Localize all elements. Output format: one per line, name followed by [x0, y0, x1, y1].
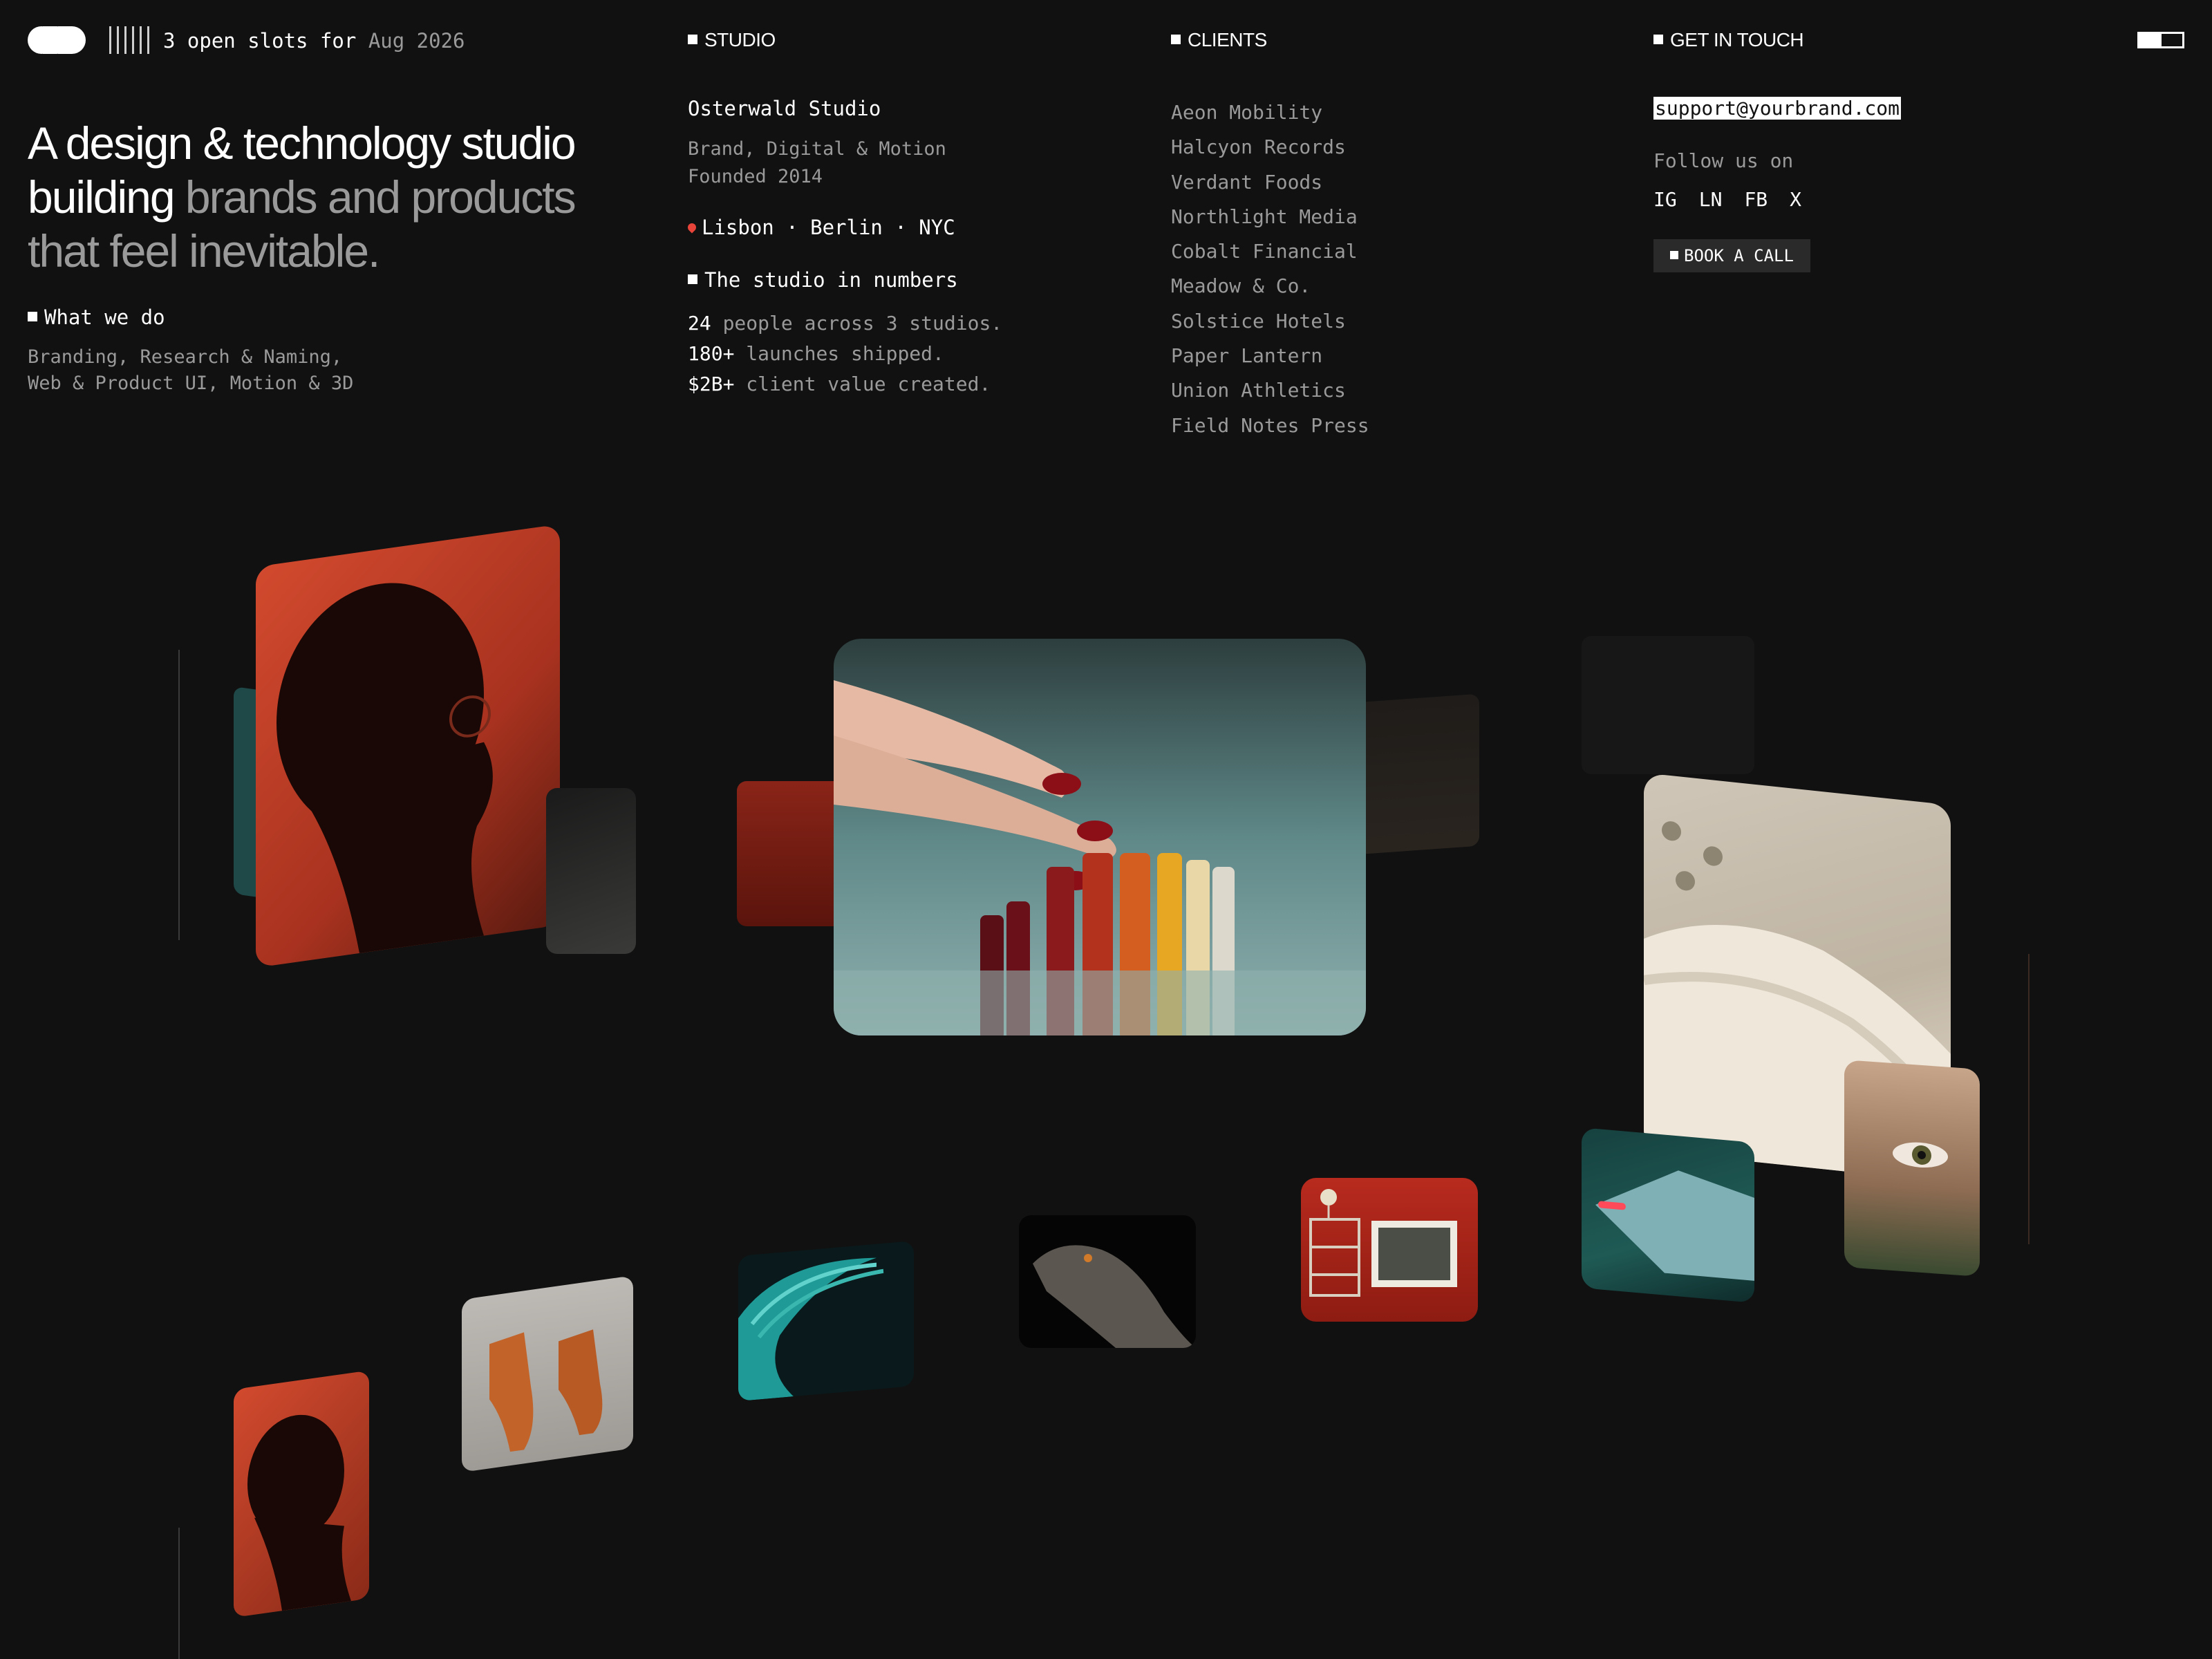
brand-logo[interactable]	[28, 26, 86, 54]
theme-toggle[interactable]	[2137, 32, 2184, 48]
iguana-illustration	[1033, 1245, 1196, 1348]
studio-locations: Lisbon · Berlin · NYC	[686, 216, 955, 239]
square-bullet-icon	[688, 274, 697, 284]
follow-label: Follow us on	[1653, 149, 1794, 172]
social-link-x[interactable]: X	[1790, 188, 1801, 211]
studio-stats: 24 people across 3 studios. 180+ launche…	[688, 308, 1002, 400]
eye-icon	[1893, 1142, 1948, 1168]
social-link-ln[interactable]: LN	[1699, 188, 1723, 211]
boots-card[interactable]	[462, 1275, 633, 1472]
spaceship-card[interactable]	[1582, 1127, 1754, 1303]
stat-row: 180+ launches shipped.	[688, 342, 944, 365]
studio-name: Osterwald Studio	[688, 97, 881, 120]
client-item[interactable]: Solstice Hotels	[1171, 304, 1369, 339]
email-link[interactable]: support@yourbrand.com	[1653, 97, 1902, 120]
social-links: IG LN FB X	[1653, 188, 1801, 211]
studio-heading: STUDIO	[688, 29, 776, 51]
availability-text: 3 open slots for Aug 2026	[163, 29, 465, 53]
shelf-peek-card	[737, 781, 847, 926]
client-item[interactable]: Paper Lantern	[1171, 339, 1369, 373]
services-list: Branding, Research & Naming, Web & Produ…	[28, 346, 354, 394]
iguana-card[interactable]	[1019, 1215, 1196, 1348]
guide-line	[178, 1528, 180, 1659]
client-item[interactable]: Aeon Mobility	[1171, 95, 1369, 130]
eye-peek-card	[1355, 693, 1479, 855]
boots-illustration	[489, 1329, 603, 1452]
hero-headline: A design & technology studio building br…	[28, 118, 577, 276]
swatch-illustration	[834, 680, 1366, 1035]
silhouette-icon	[247, 1414, 351, 1611]
teal-wave-card[interactable]	[738, 1240, 914, 1402]
numbers-heading: The studio in numbers	[688, 268, 958, 292]
social-link-fb[interactable]: FB	[1744, 188, 1768, 211]
shelf-illustration	[1309, 1189, 1457, 1297]
client-item[interactable]: Meadow & Co.	[1171, 269, 1369, 303]
social-link-ig[interactable]: IG	[1653, 188, 1677, 211]
square-bullet-icon	[1171, 34, 1181, 44]
book-call-button[interactable]: BOOK A CALL	[1653, 239, 1810, 272]
portrait-small-card[interactable]	[234, 1370, 369, 1618]
barcode-icon	[109, 26, 149, 54]
shelf-card[interactable]	[1301, 1178, 1478, 1322]
square-bullet-icon	[28, 312, 37, 321]
client-item[interactable]: Verdant Foods	[1171, 165, 1369, 200]
client-item[interactable]: Halcyon Records	[1171, 130, 1369, 165]
clients-list: Aeon Mobility Halcyon Records Verdant Fo…	[1171, 95, 1369, 443]
portrait-red-card[interactable]	[256, 524, 560, 968]
square-bullet-icon	[688, 34, 697, 44]
client-item[interactable]: Union Athletics	[1171, 373, 1369, 408]
client-item[interactable]: Field Notes Press	[1171, 409, 1369, 443]
silhouette-icon	[276, 583, 493, 953]
what-we-do-heading: What we do	[28, 306, 165, 329]
eye-card[interactable]	[1844, 1060, 1980, 1277]
stat-row: $2B+ client value created.	[688, 373, 991, 395]
client-item[interactable]: Cobalt Financial	[1171, 234, 1369, 269]
nail-polish-card[interactable]	[834, 639, 1366, 1035]
clients-heading: CLIENTS	[1171, 29, 1267, 51]
client-item[interactable]: Northlight Media	[1171, 200, 1369, 234]
iguana-peek-card	[546, 788, 636, 954]
wave-illustration	[738, 1257, 884, 1402]
spaceship-illustration	[1595, 1170, 1754, 1281]
square-bullet-icon	[1653, 34, 1663, 44]
guide-line	[2028, 954, 2030, 1244]
guide-line	[178, 650, 180, 940]
square-bullet-icon	[1670, 251, 1678, 259]
stat-row: 24 people across 3 studios.	[688, 312, 1003, 335]
studio-disciplines: Brand, Digital & Motion Founded 2014	[688, 138, 946, 187]
faint-card	[1582, 636, 1754, 774]
contact-heading: GET IN TOUCH	[1653, 29, 1804, 51]
location-pin-icon	[686, 221, 698, 234]
